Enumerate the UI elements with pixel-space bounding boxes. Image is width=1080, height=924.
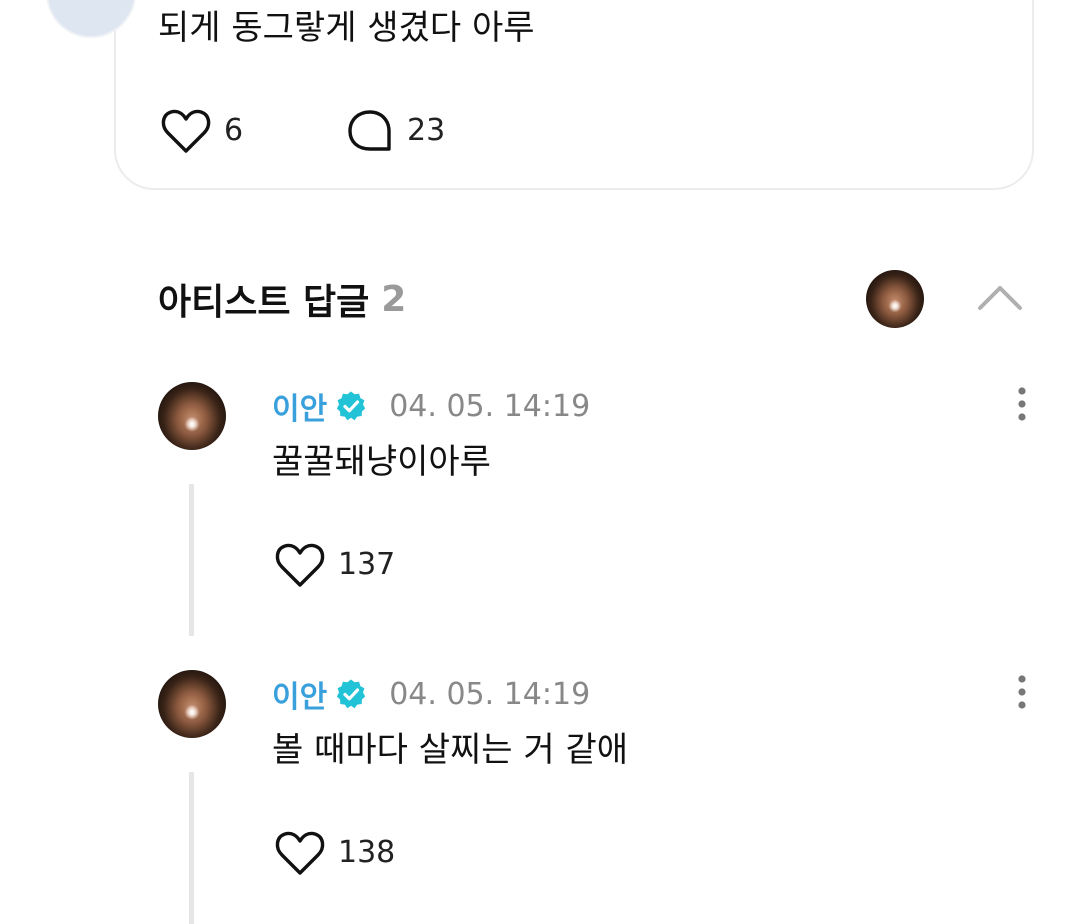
thread-line (189, 484, 194, 636)
verified-badge-icon (337, 679, 366, 709)
artist-replies-title: 아티스트 답글 (158, 282, 370, 323)
heart-icon (275, 543, 325, 587)
comment-reply-count: 23 (407, 113, 446, 148)
verified-badge-icon (337, 391, 366, 421)
reply-like-button[interactable]: 138 (274, 828, 395, 878)
reply-like-count: 138 (338, 835, 396, 870)
artist-replies-count: 2 (381, 278, 407, 320)
reply-text: 볼 때마다 살찌는 거 같애 (272, 730, 629, 770)
comment-like-count: 6 (224, 113, 244, 148)
reply-author-avatar[interactable] (158, 670, 226, 738)
comment-like-button[interactable]: 6 (160, 106, 243, 156)
reply-author-name[interactable]: 이안 (272, 672, 327, 716)
reply-like-button[interactable]: 137 (274, 540, 395, 590)
heart-icon (275, 831, 325, 875)
artist-replies-header: 아티스트 답글 2 (158, 274, 406, 324)
reply-timestamp: 04. 05. 14:19 (389, 388, 591, 424)
artist-avatar[interactable] (866, 270, 924, 328)
reply-timestamp: 04. 05. 14:19 (389, 676, 591, 712)
speech-bubble-icon (348, 110, 391, 151)
reply-text: 꿀꿀돼냥이아루 (272, 442, 491, 482)
reply-meta: 이안 04. 05. 14:19 (272, 672, 591, 716)
comment-text: 되게 동그랗게 생겼다 아루 (158, 8, 535, 48)
chevron-up-icon[interactable] (972, 276, 1028, 316)
more-vertical-icon[interactable] (1008, 672, 1036, 712)
comment-reply-button[interactable]: 23 (345, 106, 445, 156)
reply-author-name[interactable]: 이안 (272, 384, 327, 428)
heart-icon (161, 109, 211, 153)
reply-like-count: 137 (338, 547, 396, 582)
thread-line (189, 772, 194, 924)
more-vertical-icon[interactable] (1008, 384, 1036, 424)
reply-author-avatar[interactable] (158, 382, 226, 450)
reply-meta: 이안 04. 05. 14:19 (272, 384, 591, 428)
